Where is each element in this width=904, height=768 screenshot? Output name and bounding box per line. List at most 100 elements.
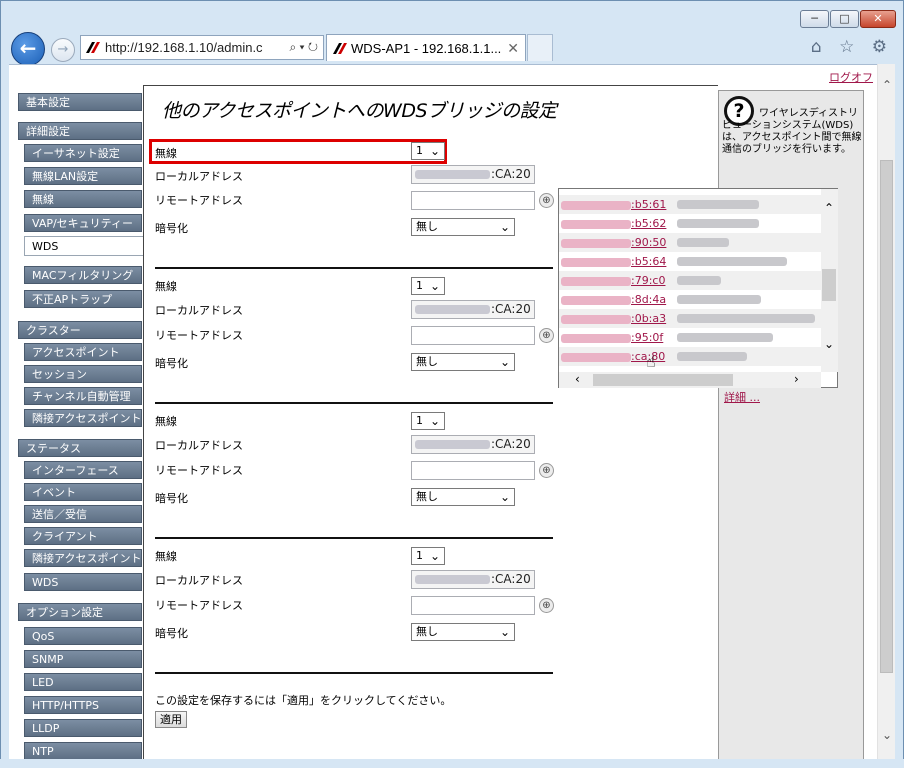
sidebar-item[interactable]: オプション設定 (18, 603, 142, 621)
popup-horizontal-scrollbar[interactable]: ‹ › (559, 372, 821, 388)
sidebar-item[interactable]: 無線 (24, 190, 142, 208)
neighbor-picker-icon[interactable]: ⊕ (539, 328, 554, 343)
encryption-select[interactable]: 無し ⌄ (411, 488, 515, 506)
hand-cursor-icon: ☝ (646, 352, 656, 371)
forward-arrow-icon: → (57, 42, 69, 57)
more-info-link[interactable]: 詳細 ... (724, 389, 760, 405)
remote-address-input[interactable] (411, 596, 535, 615)
back-arrow-icon: ← (19, 36, 37, 60)
main-panel: 他のアクセスポイントへのWDSブリッジの設定 無線 1 ⌄ ローカルアドレス :C… (143, 85, 718, 759)
sidebar-item[interactable]: LED (24, 673, 142, 691)
neighbor-row[interactable]: :ca:80 (559, 347, 821, 366)
radio-select[interactable]: 1 ⌄ (411, 142, 445, 160)
sidebar-item[interactable]: 不正APトラップ (24, 290, 142, 308)
page-viewport: ログオフ 基本設定 詳細設定 イーサネット設定 無線LAN設定 無線 VAP/セ… (9, 64, 877, 759)
address-tools-icons[interactable]: ⌕ ▾ ↻ (286, 36, 318, 59)
new-tab-button[interactable] (527, 34, 553, 61)
sidebar-item[interactable]: MACフィルタリング (24, 266, 142, 284)
help-text: ワイヤレスディストリビューションシステム(WDS)は、アクセスポイント間で無線通… (722, 108, 862, 155)
chevron-down-icon: ⌄ (499, 625, 510, 639)
neighbor-picker-icon[interactable]: ⊕ (539, 463, 554, 478)
encryption-label: 暗号化 (155, 222, 188, 235)
sidebar-item[interactable]: 隣接アクセスポイント (24, 409, 142, 427)
neighbor-picker-icon[interactable]: ⊕ (539, 598, 554, 613)
sidebar-item[interactable]: 基本設定 (18, 93, 142, 111)
sidebar-item[interactable]: イーサネット設定 (24, 144, 142, 162)
neighbor-row[interactable]: :b5:61 (559, 195, 821, 214)
popup-vertical-scrollbar[interactable]: ⌃ ⌄ (821, 189, 838, 372)
chevron-down-icon: ⌄ (429, 279, 440, 293)
chevron-left-icon: ‹ (575, 372, 580, 386)
radio-select[interactable]: 1 ⌄ (411, 277, 445, 295)
local-address-field: :CA:20 (411, 570, 535, 589)
forward-button[interactable]: → (51, 38, 75, 62)
sidebar-item[interactable]: ステータス (18, 439, 142, 457)
section-divider (155, 267, 553, 269)
page-vertical-scrollbar[interactable]: ⌃ ⌄ (877, 64, 895, 759)
neighbor-row[interactable]: :0b:a3 (559, 309, 821, 328)
encryption-label: 暗号化 (155, 357, 188, 370)
home-favorites-settings-icons[interactable]: ⌂ ☆ ⚙ (811, 37, 893, 57)
apply-button[interactable]: 適用 (155, 711, 187, 728)
logout-link[interactable]: ログオフ (829, 69, 873, 85)
sidebar-item[interactable]: 詳細設定 (18, 122, 142, 140)
sidebar-item[interactable]: 隣接アクセスポイント (24, 549, 142, 567)
local-address-field: :CA:20 (411, 435, 535, 454)
sidebar-item[interactable]: SNMP (24, 650, 142, 668)
window-bottom-edge (0, 759, 904, 768)
chevron-right-icon: › (794, 372, 799, 386)
sidebar-item[interactable]: VAP/セキュリティー (24, 214, 142, 232)
sidebar-item-active[interactable]: WDS (24, 236, 144, 256)
radio-label: 無線 (155, 550, 177, 563)
chevron-down-icon: ⌄ (429, 549, 440, 563)
sidebar-item[interactable]: 送信／受信 (24, 505, 142, 523)
remote-address-input[interactable] (411, 191, 535, 210)
radio-select[interactable]: 1 ⌄ (411, 412, 445, 430)
neighbor-row[interactable]: :b5:62 (559, 214, 821, 233)
remote-address-label: リモートアドレス (155, 599, 243, 612)
site-logo-icon (86, 42, 100, 53)
back-button[interactable]: ← (11, 32, 45, 66)
remote-address-input[interactable] (411, 461, 535, 480)
sidebar-item[interactable]: QoS (24, 627, 142, 645)
address-text: http://192.168.1.10/admin.c (105, 40, 263, 55)
radio-label: 無線 (155, 147, 177, 160)
minimize-button[interactable]: ─ (800, 10, 829, 28)
chevron-up-icon: ⌃ (824, 201, 835, 215)
sidebar-item[interactable]: 無線LAN設定 (24, 167, 142, 185)
chevron-down-icon: ⌄ (429, 144, 440, 158)
neighbor-ap-popup: :b5:61 :b5:62 :90:50 :b5:64 :79:c0 :8d:4… (558, 188, 838, 388)
sidebar-item[interactable]: イベント (24, 483, 142, 501)
sidebar-item[interactable]: WDS (24, 573, 142, 591)
sidebar-item[interactable]: クライアント (24, 527, 142, 545)
neighbor-row[interactable]: :b5:64 (559, 252, 821, 271)
neighbor-row[interactable]: :8d:4a (559, 290, 821, 309)
radio-select[interactable]: 1 ⌄ (411, 547, 445, 565)
sidebar-item[interactable]: チャンネル自動管理 (24, 387, 142, 405)
sidebar-item[interactable]: クラスター (18, 321, 142, 339)
local-address-label: ローカルアドレス (155, 304, 243, 317)
encryption-select[interactable]: 無し ⌄ (411, 353, 515, 371)
close-window-button[interactable]: ✕ (860, 10, 896, 28)
address-bar[interactable]: http://192.168.1.10/admin.c ⌕ ▾ ↻ (80, 35, 324, 60)
local-address-field: :CA:20 (411, 165, 535, 184)
encryption-select[interactable]: 無し ⌄ (411, 623, 515, 641)
remote-address-input[interactable] (411, 326, 535, 345)
sidebar-item[interactable]: セッション (24, 365, 142, 383)
neighbor-picker-icon[interactable]: ⊕ (539, 193, 554, 208)
close-tab-icon[interactable]: ✕ (507, 35, 519, 62)
neighbor-row[interactable]: :79:c0 (559, 271, 821, 290)
maximize-button[interactable]: □ (830, 10, 859, 28)
sidebar-item[interactable]: インターフェース (24, 461, 142, 479)
neighbor-row[interactable]: :90:50 (559, 233, 821, 252)
sidebar-item[interactable]: LLDP (24, 719, 142, 737)
sidebar-item[interactable]: HTTP/HTTPS (24, 696, 142, 714)
encryption-label: 暗号化 (155, 627, 188, 640)
encryption-select[interactable]: 無し ⌄ (411, 218, 515, 236)
sidebar-item[interactable]: NTP (24, 742, 142, 759)
sidebar-item[interactable]: アクセスポイント (24, 343, 142, 361)
local-address-field: :CA:20 (411, 300, 535, 319)
browser-tab[interactable]: WDS-AP1 - 192.168.1.1... ✕ (326, 34, 526, 61)
neighbor-row[interactable]: :95:0f (559, 328, 821, 347)
radio-label: 無線 (155, 280, 177, 293)
